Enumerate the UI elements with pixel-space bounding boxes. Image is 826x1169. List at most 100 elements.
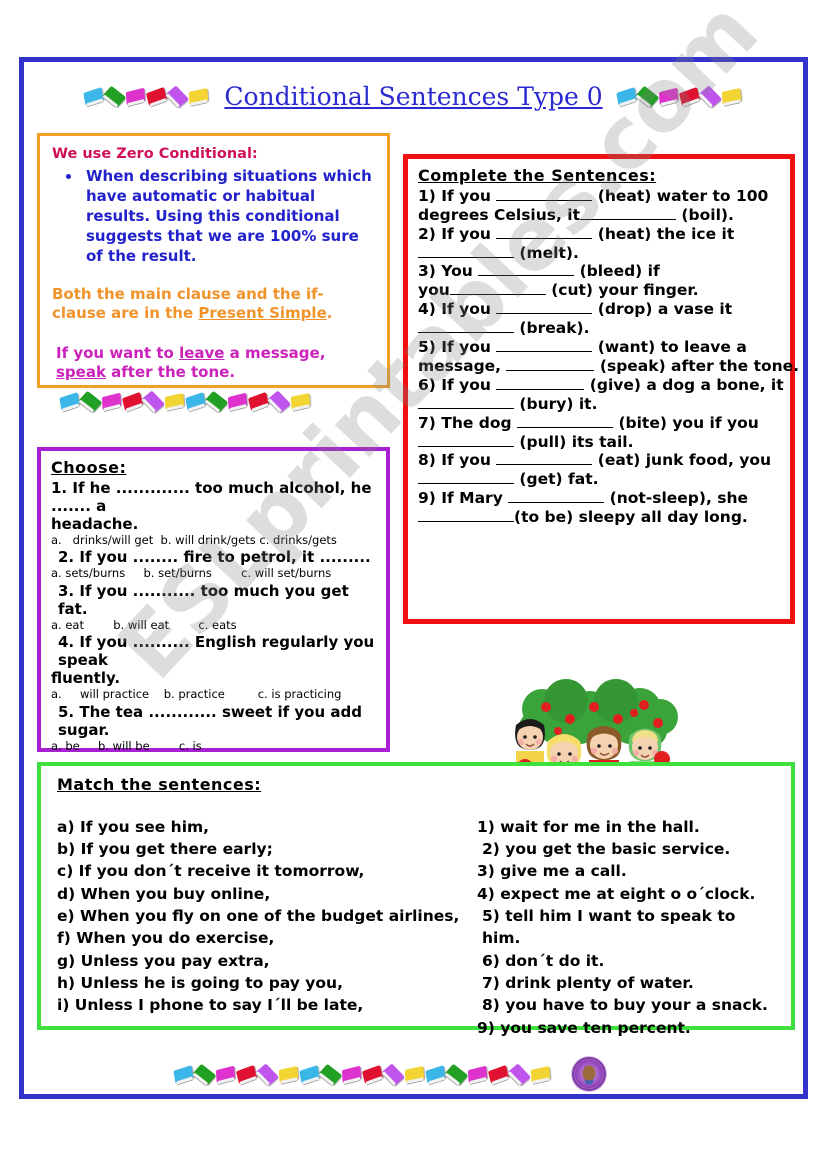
choose-item-1-options[interactable]: a. drinks/will get b. will drink/gets c.…: [51, 533, 378, 549]
info-paragraph-underlined: Present Simple: [198, 304, 327, 323]
book-icon: [164, 392, 185, 411]
list-item[interactable]: 7) drink plenty of water.: [477, 972, 777, 994]
complete-item-5-text-c: message,: [418, 356, 502, 375]
list-item[interactable]: 8) you have to buy your a snack.: [477, 994, 777, 1016]
list-item[interactable]: i) Unless I phone to say I´ll be late,: [57, 994, 477, 1016]
book-icon: [185, 392, 206, 411]
complete-item-1-text-c: degrees Celsius, it: [418, 205, 581, 224]
answer-blank[interactable]: [418, 407, 514, 409]
complete-item-8-text-b: (eat) junk food, you: [597, 451, 772, 470]
complete-heading: Complete the Sentences:: [418, 166, 657, 185]
complete-item-1-line-2: degrees Celsius, it (boil).: [418, 206, 782, 225]
book-icon: [299, 1064, 320, 1084]
book-strip-under-info: [59, 390, 312, 413]
answer-blank[interactable]: [418, 521, 514, 523]
match-columns: a) If you see him, b) If you get there e…: [57, 816, 781, 1039]
book-icon: [381, 1062, 406, 1086]
list-item[interactable]: c) If you don´t receive it tomorrow,: [57, 860, 477, 882]
complete-item-3-text-c: you: [418, 281, 450, 300]
answer-blank[interactable]: [418, 332, 514, 334]
complete-item-4-text-b: (drop) a vase it: [597, 300, 733, 319]
list-item[interactable]: 6) don´t do it.: [477, 950, 777, 972]
answer-blank[interactable]: [449, 294, 546, 296]
answer-blank[interactable]: [508, 502, 605, 504]
complete-item-1-line-1: 1) If you (heat) water to 100: [418, 187, 782, 206]
book-icon: [404, 1065, 425, 1083]
book-icon: [166, 85, 190, 108]
answer-blank[interactable]: [506, 369, 595, 371]
list-item: When describing situations which have au…: [82, 167, 375, 267]
book-icon: [121, 391, 144, 412]
list-item[interactable]: g) Unless you pay extra,: [57, 950, 477, 972]
complete-item-3-line-1: 3) You (bleed) if: [418, 262, 782, 281]
complete-item-3-text-d: (cut) your finger.: [551, 281, 699, 300]
complete-item-2-text-a: 2) If you: [418, 224, 491, 243]
complete-item-4-text-a: 4) If you: [418, 300, 491, 319]
list-item[interactable]: 1) wait for me in the hall.: [477, 816, 777, 838]
list-item[interactable]: a) If you see him,: [57, 816, 477, 838]
choose-item-3-line-1: 3. If you ........... too much you get f…: [58, 581, 349, 618]
info-example-mid: a message,: [224, 343, 326, 362]
book-icon: [467, 1065, 488, 1083]
complete-item-5-text-a: 5) If you: [418, 338, 491, 357]
choose-item-4-options[interactable]: a. will practice b. practice c. is pract…: [51, 687, 378, 703]
info-example-verb-leave: leave: [179, 343, 225, 362]
complete-item-9-text-b: (not-sleep), she: [609, 489, 749, 508]
list-item[interactable]: f) When you do exercise,: [57, 927, 477, 949]
book-icon: [215, 1065, 236, 1083]
info-paragraph: Both the main clause and the if-clause a…: [52, 285, 375, 324]
book-icon: [341, 1065, 362, 1083]
choose-item-2-line-1: 2. If you ........ fire to petrol, it ..…: [58, 548, 371, 567]
book-icon: [635, 85, 660, 108]
info-heading: We use Zero Conditional:: [52, 146, 258, 162]
answer-blank[interactable]: [496, 199, 593, 201]
list-item[interactable]: 2) you get the basic service.: [477, 838, 777, 860]
book-icon: [290, 392, 311, 411]
book-icon: [173, 1064, 194, 1084]
list-item[interactable]: 4) expect me at eight o o´clock.: [477, 883, 777, 905]
complete-item-6-text-b: (give) a dog a bone, it: [589, 375, 784, 394]
list-item[interactable]: h) Unless he is going to pay you,: [57, 972, 477, 994]
complete-item-7-line-2: (pull) its tail.: [418, 433, 782, 452]
complete-item-9-text-c: (to be) sleepy all day long.: [514, 508, 748, 527]
book-icon: [425, 1064, 446, 1084]
complete-item-7-line-1: 7) The dog (bite) you if you: [418, 414, 782, 433]
complete-item-4-text-c: (break).: [519, 319, 590, 338]
list-item[interactable]: 3) give me a call.: [477, 860, 777, 882]
answer-blank[interactable]: [418, 445, 514, 447]
answer-blank[interactable]: [418, 483, 514, 485]
answer-blank[interactable]: [496, 464, 593, 466]
answer-blank[interactable]: [496, 237, 593, 239]
list-item[interactable]: 5) tell him I want to speak to him.: [477, 905, 777, 950]
info-bullet-list: When describing situations which have au…: [82, 167, 375, 267]
list-item[interactable]: e) When you fly on one of the budget air…: [57, 905, 477, 927]
complete-item-2-line-1: 2) If you (heat) the ice it: [418, 225, 782, 244]
book-icon: [235, 1064, 258, 1084]
book-icon: [278, 1065, 299, 1083]
answer-blank[interactable]: [517, 426, 614, 428]
choose-item-5-options[interactable]: a. be b. will be c. is: [51, 739, 378, 755]
answer-blank[interactable]: [418, 256, 514, 258]
book-icon: [126, 87, 146, 106]
answer-blank[interactable]: [496, 388, 585, 390]
answer-blank[interactable]: [478, 275, 575, 277]
answer-blank[interactable]: [580, 218, 677, 220]
book-icon: [59, 392, 80, 411]
list-item[interactable]: 9) you save ten percent.: [477, 1017, 777, 1039]
book-icon: [83, 87, 105, 106]
answer-blank[interactable]: [496, 313, 593, 315]
complete-item-9-line-2: (to be) sleepy all day long.: [418, 508, 782, 527]
complete-item-7-text-c: (pull) its tail.: [519, 432, 634, 451]
choose-item-2-options[interactable]: a. sets/burns b. set/burns c. will set/b…: [51, 566, 378, 582]
complete-item-9-text-a: 9) If Mary: [418, 489, 503, 508]
list-item[interactable]: b) If you get there early;: [57, 838, 477, 860]
list-item[interactable]: d) When you buy online,: [57, 883, 477, 905]
choose-item-3-options[interactable]: a. eat b. will eat c. eats: [51, 618, 378, 634]
complete-item-9-line-1: 9) If Mary (not-sleep), she: [418, 489, 782, 508]
book-icon: [678, 86, 700, 107]
book-strip-title-right: [615, 85, 743, 108]
answer-blank[interactable]: [496, 351, 593, 353]
complete-item-2-line-2: (melt).: [418, 244, 782, 263]
choose-item-4-line-1: 4. If you .......... English regularly y…: [58, 633, 375, 670]
book-icon: [698, 85, 722, 108]
